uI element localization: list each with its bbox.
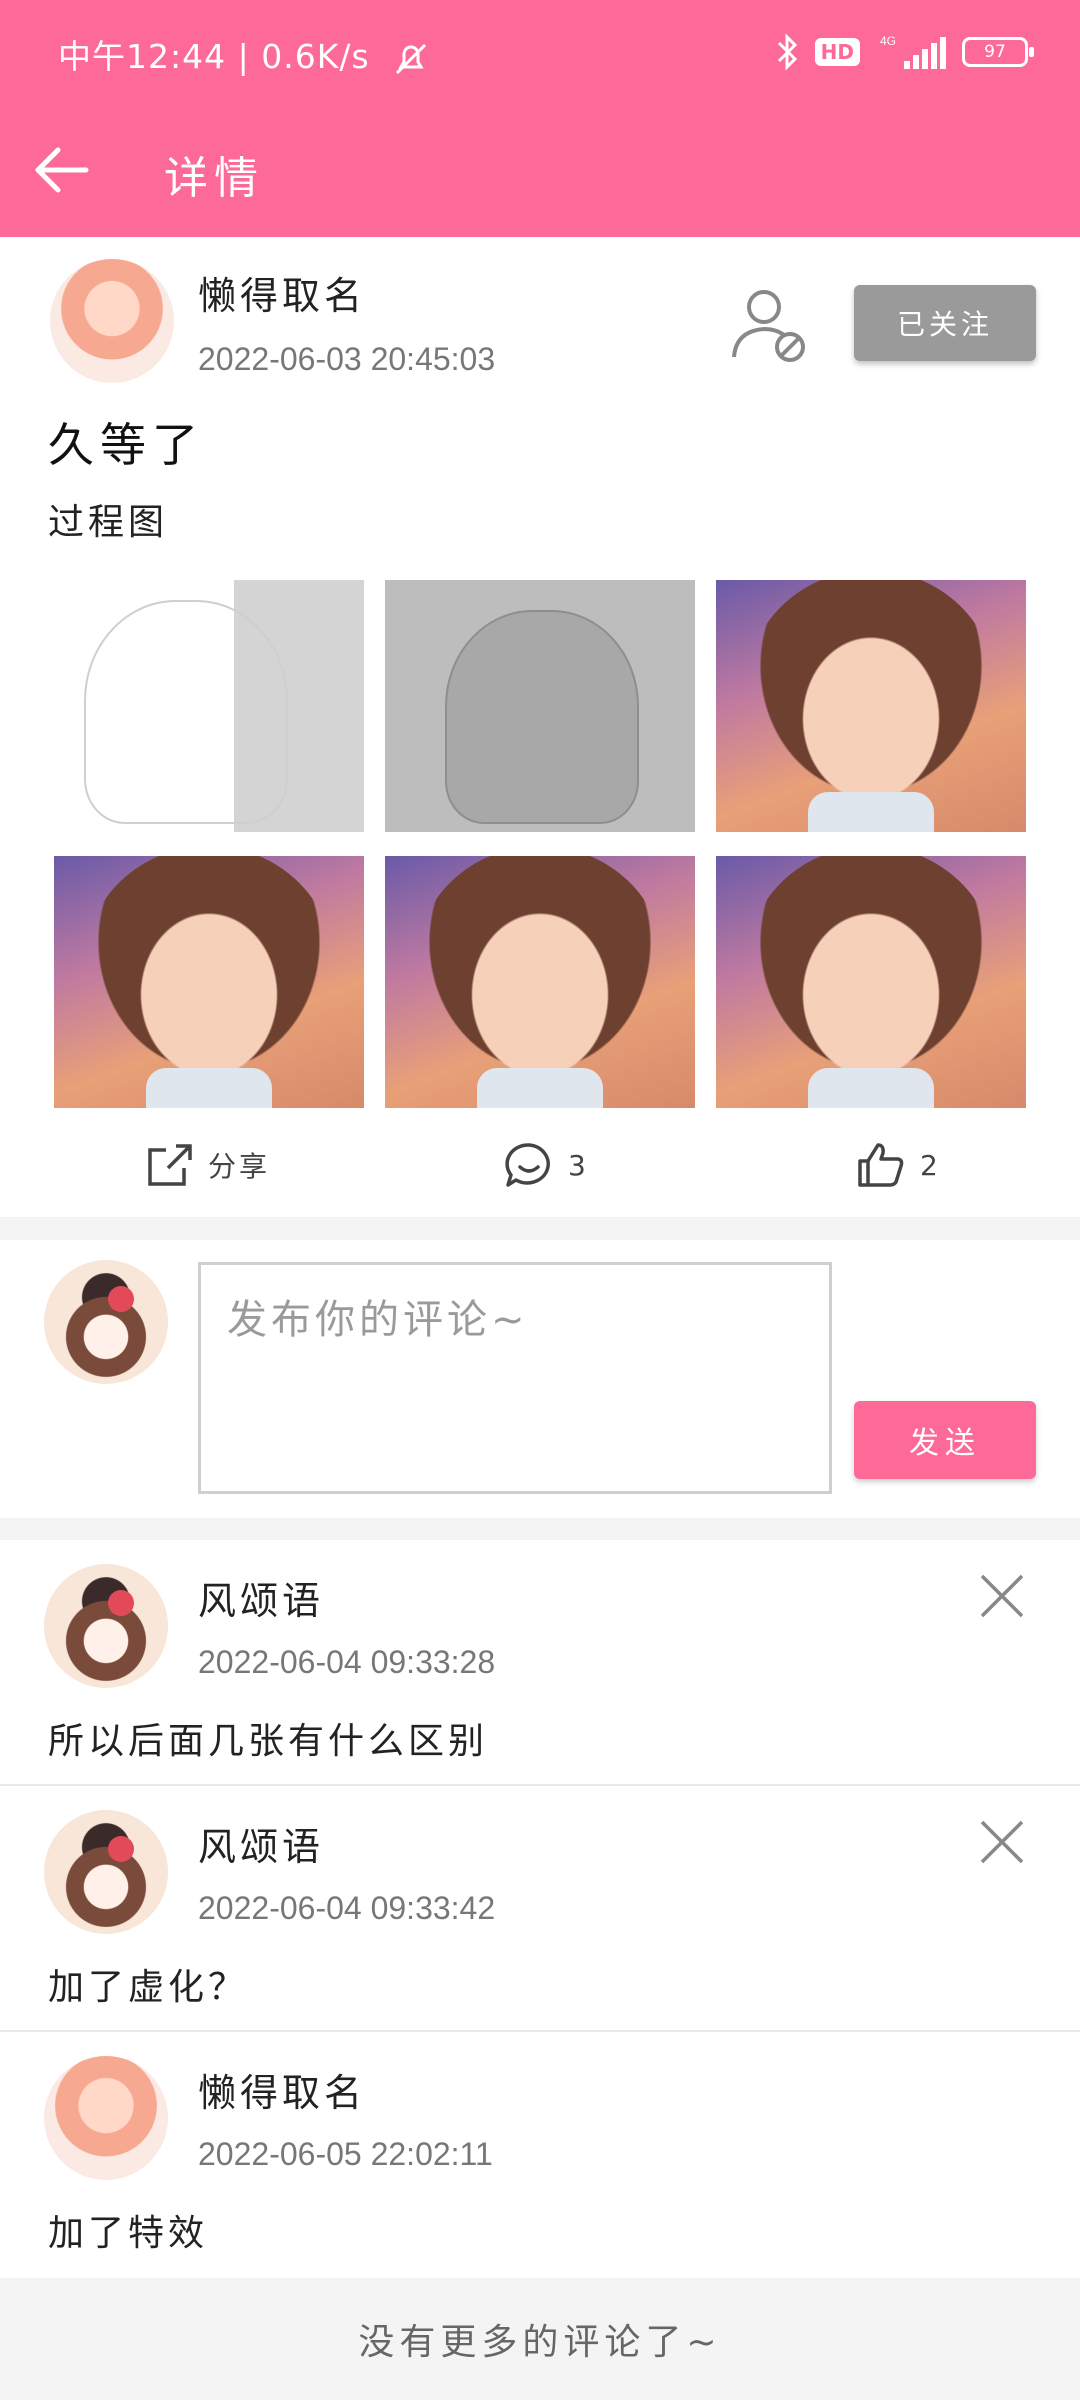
author-avatar[interactable]	[50, 259, 174, 383]
network-speed: 0.6K/s	[261, 37, 370, 76]
comment-text: 加了特效	[48, 2213, 209, 2254]
post-image-4[interactable]	[54, 856, 364, 1108]
network-type-label: 4G	[880, 34, 896, 48]
commenter-name[interactable]: 懒得取名	[198, 2062, 366, 2117]
delete-comment-icon[interactable]	[976, 1816, 1028, 1868]
status-time: 中午12:44	[58, 37, 227, 76]
like-button[interactable]: 2	[856, 1125, 938, 1205]
comment-item: 风颂语 2022-06-04 09:33:42 加了虚化？	[0, 1786, 1080, 2032]
image-grid	[54, 580, 1028, 1110]
no-more-comments: 没有更多的评论了~	[0, 2278, 1080, 2400]
post-author-name[interactable]: 懒得取名	[198, 265, 366, 320]
comment-compose: 发送	[0, 1240, 1080, 1518]
comment-item: 懒得取名 2022-06-05 22:02:11 加了特效	[0, 2032, 1080, 2278]
comment-icon	[505, 1143, 550, 1187]
post-body: 过程图	[48, 502, 169, 543]
commenter-name[interactable]: 风颂语	[198, 1816, 324, 1871]
post-timestamp: 2022-06-03 20:45:03	[198, 341, 496, 377]
hd-badge: HD	[814, 38, 860, 66]
comment-button[interactable]: 3	[504, 1125, 586, 1205]
post-image-1[interactable]	[54, 580, 364, 832]
post-title: 久等了	[48, 418, 204, 472]
comment-timestamp: 2022-06-05 22:02:11	[198, 2136, 493, 2172]
post-card: 懒得取名 2022-06-03 20:45:03 已关注 久等了 过程图 分享	[0, 237, 1080, 1217]
send-button[interactable]: 发送	[854, 1401, 1036, 1479]
comment-list: 风颂语 2022-06-04 09:33:28 所以后面几张有什么区别 风颂语 …	[0, 1540, 1080, 2278]
status-right: HD 4G 97	[775, 30, 1034, 74]
bluetooth-icon	[777, 33, 797, 71]
share-label: 分享	[208, 1150, 271, 1183]
mute-icon	[396, 43, 427, 74]
block-user-icon[interactable]	[728, 283, 812, 367]
battery-icon: 97	[962, 37, 1034, 67]
share-button[interactable]: 分享	[146, 1125, 270, 1205]
comment-text: 所以后面几张有什么区别	[48, 1721, 489, 1762]
comment-input[interactable]	[198, 1262, 832, 1494]
back-arrow-icon[interactable]	[30, 138, 94, 202]
current-user-avatar	[44, 1260, 168, 1384]
status-bar: 中午12:44 | 0.6K/s HD 4G 97	[0, 0, 1080, 100]
commenter-name[interactable]: 风颂语	[198, 1570, 324, 1625]
follow-button[interactable]: 已关注	[854, 285, 1036, 361]
post-image-2[interactable]	[385, 580, 695, 832]
like-count: 2	[920, 1148, 938, 1182]
share-icon	[148, 1144, 192, 1186]
comment-text: 加了虚化？	[48, 1967, 249, 2008]
signal-icon: 4G	[880, 34, 946, 69]
delete-comment-icon[interactable]	[976, 1570, 1028, 1622]
commenter-avatar[interactable]	[44, 2056, 168, 2180]
comment-item: 风颂语 2022-06-04 09:33:28 所以后面几张有什么区别	[0, 1540, 1080, 1786]
comment-timestamp: 2022-06-04 09:33:42	[198, 1890, 496, 1926]
comment-count: 3	[568, 1148, 586, 1182]
comment-timestamp: 2022-06-04 09:33:28	[198, 1644, 496, 1680]
commenter-avatar[interactable]	[44, 1564, 168, 1688]
post-image-3[interactable]	[716, 580, 1026, 832]
commenter-avatar[interactable]	[44, 1810, 168, 1934]
post-image-5[interactable]	[385, 856, 695, 1108]
battery-level: 97	[984, 42, 1006, 62]
status-left: 中午12:44 | 0.6K/s	[58, 30, 431, 78]
post-actions: 分享 3 2	[0, 1125, 1080, 1205]
thumbs-up-icon	[858, 1143, 904, 1187]
app-header: 中午12:44 | 0.6K/s HD 4G 97 详情	[0, 0, 1080, 237]
page-title: 详情	[164, 153, 264, 204]
nav-bar: 详情	[0, 120, 1080, 220]
post-image-6[interactable]	[716, 856, 1026, 1108]
